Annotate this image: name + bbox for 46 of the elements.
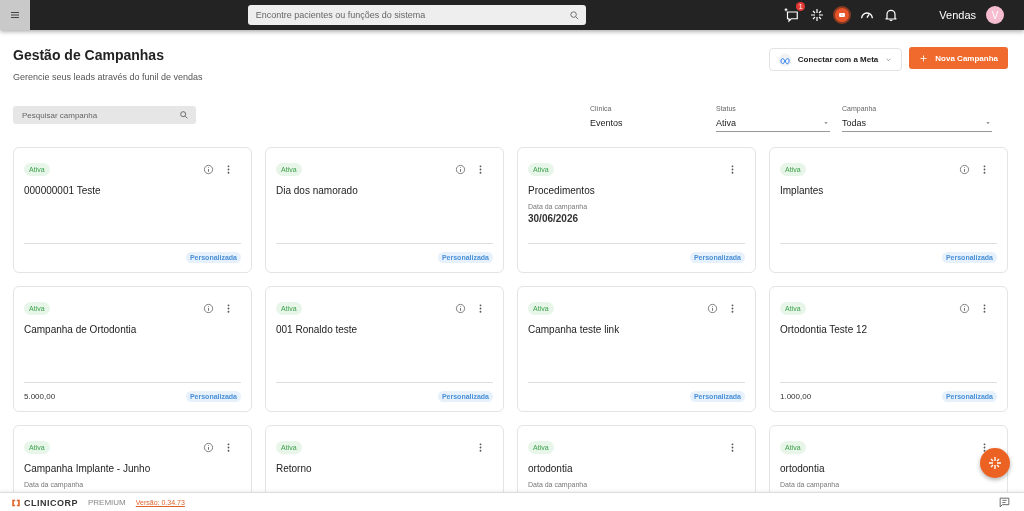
sparkle-icon (987, 455, 1003, 471)
infinity-icon (777, 52, 792, 67)
campaign-title: ortodontia (528, 463, 574, 474)
search-icon (568, 9, 580, 21)
connect-meta-button[interactable]: Conectar com a Meta (768, 48, 903, 71)
record-button[interactable] (833, 6, 852, 24)
video-icon (837, 10, 848, 20)
campaign-title: Procedimentos (528, 185, 596, 196)
plan-label: PREMIUM (88, 498, 126, 507)
campaign-title: Dia dos namorado (276, 185, 359, 196)
page-subtitle: Gerencie seus leads através do funil de vendas (13, 72, 203, 82)
info-icon[interactable] (959, 302, 970, 314)
campaign-title: 001 Ronaldo teste (276, 324, 359, 335)
campaign-title: Implantes (780, 185, 825, 196)
info-icon[interactable] (203, 441, 214, 453)
campaign-value: 1.000,00 (780, 391, 812, 401)
info-icon[interactable] (707, 302, 718, 314)
campaign-title: Campanha teste link (528, 324, 621, 335)
info-icon[interactable] (959, 163, 970, 175)
logo-icon (11, 497, 21, 508)
campaign-title: Campanha de Ortodontia (24, 324, 138, 335)
user-name[interactable]: Vendas (939, 9, 976, 21)
campaign-title: 000000001 Teste (24, 185, 102, 196)
sparkle-icon[interactable] (809, 7, 826, 23)
page-title: Gestão de Campanhas (13, 47, 165, 63)
plus-icon (919, 53, 929, 63)
chat-icon[interactable] (998, 496, 1011, 509)
menu-icon (9, 9, 21, 21)
info-icon[interactable] (455, 302, 466, 314)
campaign-value: 5.000,00 (24, 391, 56, 401)
campaign-title: Campanha Implante - Junho (24, 463, 152, 474)
campaign-search-field[interactable]: Pesquisar campanha (13, 106, 196, 124)
search-icon (179, 110, 189, 120)
campaign-date: 30/06/2026 (528, 213, 580, 224)
search-field[interactable]: Encontre pacientes ou funções do sistema (247, 5, 586, 25)
campaign-title: ortodontia (780, 463, 826, 474)
menu-button[interactable] (0, 0, 30, 30)
clinicorp-logo: CLINICORP (11, 497, 78, 508)
info-icon[interactable] (203, 163, 214, 175)
campaign-title: Retorno (276, 463, 313, 474)
info-icon[interactable] (203, 302, 214, 314)
info-icon[interactable] (455, 163, 466, 175)
bell-icon[interactable] (883, 7, 900, 23)
campaign-search-input[interactable]: Pesquisar campanha (20, 109, 179, 121)
campaign-title: Ortodontia Teste 12 (780, 324, 869, 335)
search-input[interactable]: Encontre pacientes ou funções do sistema (253, 9, 569, 21)
